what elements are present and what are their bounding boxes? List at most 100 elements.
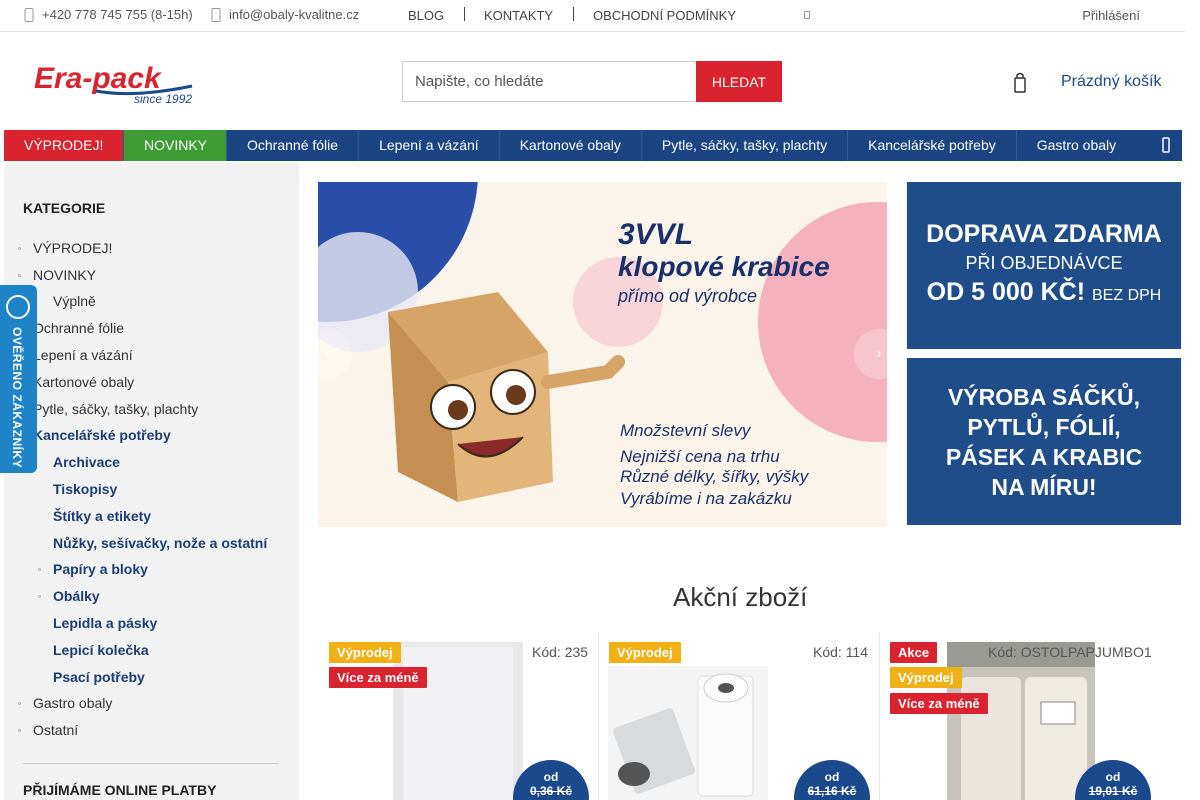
promo1-line1: DOPRAVA ZDARMA [926,220,1162,248]
language-icon[interactable] [804,11,810,19]
verified-badge-label: OVĚŘENO ZÁKAZNÍKY [10,327,24,469]
sidebar-item-novinky[interactable]: NOVINKY [33,267,96,283]
badge-vice-za-mene: Více za méně [890,693,988,714]
nav-item-vyprodej[interactable]: VÝPRODEJ! [4,130,124,161]
top-separator [573,7,574,21]
bullet-icon [18,702,21,705]
sidebar-item-lepeni[interactable]: Lepení a vázání [33,347,133,363]
promo2-line4: NA MÍRU! [991,474,1097,500]
main-navigation: VÝPRODEJ! NOVINKY Ochranné fólie Lepení … [4,130,1182,161]
banner-bullet-2: Nejnižší cena na trhu [620,447,780,466]
nav-item-kartonove-obaly[interactable]: Kartonové obaly [500,130,642,161]
email-address: info@obaly-kvalitne.cz [229,7,360,22]
promo2-line1: VÝROBA SÁČKŮ, [947,384,1141,410]
login-link[interactable]: Přihlášení [1082,8,1140,23]
nav-item-pytle[interactable]: Pytle, sáčky, tašky, plachty [642,130,849,161]
badge-akce: Akce [890,642,938,663]
price-value: 61,16 Kč [807,784,857,798]
badge-vyprodej: Výprodej [890,667,962,688]
site-logo[interactable]: Era-pack since 1992 [34,58,194,106]
sidebar-item-archivace[interactable]: Archivace [53,454,120,470]
price-value: 0,36 Kč [529,784,573,798]
product-card[interactable]: Výprodej Kód: 114 od 61,16 Kč [599,632,880,800]
price-prefix: od [543,770,559,784]
badge-vice-za-mene: Více za méně [329,667,427,688]
verified-seal-icon [6,295,30,319]
slider-prev-button[interactable]: ‹ [302,329,352,379]
product-code: Kód: 235 [532,644,589,660]
search-button[interactable]: HLEDAT [696,61,782,102]
sidebar-item-tiskopisy[interactable]: Tiskopisy [53,481,117,497]
banner-bullet-4: Vyrábíme i na zakázku [620,489,792,508]
bullet-icon [18,247,21,250]
verified-badge[interactable]: OVĚŘENO ZÁKAZNÍKY [0,285,37,473]
promo2-line3: PÁSEK A KRABIC [945,444,1143,470]
sidebar-item-nuzky[interactable]: Nůžky, sešívačky, nože a ostatní [53,535,267,551]
nav-item-lepeni[interactable]: Lepení a vázání [359,130,500,161]
badge-vyprodej: Výprodej [609,642,681,663]
sidebar-item-psaci-potreby[interactable]: Psací potřeby [53,669,145,685]
sidebar-divider [23,763,279,764]
hero-banner-image: 3VVL klopové krabice přímo od výrobce Mn… [318,182,887,527]
sidebar-item-gastro[interactable]: Gastro obaly [33,695,112,711]
sidebar-item-papiry[interactable]: Papíry a bloky [53,561,148,577]
sidebar-item-kancelarske[interactable]: Kancelářské potřeby [33,427,171,443]
product-card[interactable]: Výprodej Více za méně Kód: 235 od 0,36 K… [318,632,599,800]
promo1-line3: OD 5 000 KČ! BEZ DPH [907,278,1181,307]
search-input[interactable] [402,61,696,102]
slider-next-button[interactable]: › [854,329,904,379]
promo1-vat: BEZ DPH [1092,287,1162,304]
email-contact[interactable]: info@obaly-kvalitne.cz [211,7,359,22]
product-card[interactable]: Akce Výprodej Více za méně Kód: OSTOLPAP… [880,632,1161,800]
promo-banner-custom-production[interactable]: VÝROBA SÁČKŮ, PYTLŮ, FÓLIÍ, PÁSEK A KRAB… [907,358,1181,525]
banner-title-line2: klopové krabice [618,251,830,282]
sidebar-item-ostatni[interactable]: Ostatní [33,722,78,738]
search-bar: HLEDAT [402,61,782,102]
nav-item-novinky[interactable]: NOVINKY [124,130,227,161]
product-image [393,642,523,800]
top-link-kontakty[interactable]: KONTAKTY [484,8,553,23]
badge-vyprodej: Výprodej [329,642,401,663]
phone-number: +420 778 745 755 (8-15h) [42,7,193,22]
sidebar-item-vyplne[interactable]: Výplně [53,293,96,309]
product-code: Kód: 114 [813,644,869,660]
categories-heading: KATEGORIE [23,200,106,216]
nav-item-ochranne-folie[interactable]: Ochranné fólie [227,130,360,161]
sidebar-item-vyprodej[interactable]: VÝPRODEJ! [33,240,112,256]
top-link-blog[interactable]: BLOG [408,8,444,23]
sidebar-item-kartonove-obaly[interactable]: Kartonové obaly [33,374,134,390]
bullet-icon [18,274,21,277]
promo-banner-free-shipping[interactable]: DOPRAVA ZDARMA PŘI OBJEDNÁVCE OD 5 000 K… [907,182,1181,349]
product-image [608,666,768,800]
banner-bullet-1: Množstevní slevy [620,421,752,440]
price-value: 19,01 Kč [1088,784,1138,798]
sidebar-item-ochranne-folie[interactable]: Ochranné fólie [33,320,124,336]
nav-more-icon[interactable] [1150,130,1182,161]
banner-bullet-3: Různé délky, šířky, výšky [620,467,810,486]
promo1-amount: OD 5 000 KČ! [926,278,1086,306]
price-badge: od 61,16 Kč [794,760,870,800]
sidebar-item-lepidla[interactable]: Lepidla a pásky [53,615,157,631]
bullet-icon [38,568,41,571]
email-icon [211,7,221,22]
top-link-obchodni-podminky[interactable]: OBCHODNÍ PODMÍNKY [593,8,736,23]
sidebar-item-lepici-kolecka[interactable]: Lepicí kolečka [53,642,149,658]
hero-slider[interactable]: 3VVL klopové krabice přímo od výrobce Mn… [318,182,887,527]
banner-subtitle: přímo od výrobce [617,286,757,306]
nav-item-gastro[interactable]: Gastro obaly [1017,130,1136,161]
phone-icon [24,7,34,22]
cart-label[interactable]: Prázdný košík [1061,73,1161,91]
product-image [947,642,1095,800]
banner-title-line1: 3VVL [618,218,693,251]
price-prefix: od [1105,770,1121,784]
sidebar-item-obalky[interactable]: Obálky [53,588,100,604]
promo1-line2: PŘI OBJEDNÁVCE [965,253,1123,273]
promo2-line2: PYTLŮ, FÓLIÍ, [967,414,1121,440]
cart-icon[interactable] [1013,72,1027,94]
bullet-icon [38,595,41,598]
nav-item-kancelarske[interactable]: Kancelářské potřeby [848,130,1017,161]
sidebar-item-stitky[interactable]: Štítky a etikety [53,508,151,524]
phone-contact[interactable]: +420 778 745 755 (8-15h) [24,7,193,22]
payments-heading: PŘIJÍMÁME ONLINE PLATBY [23,782,217,798]
sidebar-item-pytle[interactable]: Pytle, sáčky, tašky, plachty [33,401,198,417]
